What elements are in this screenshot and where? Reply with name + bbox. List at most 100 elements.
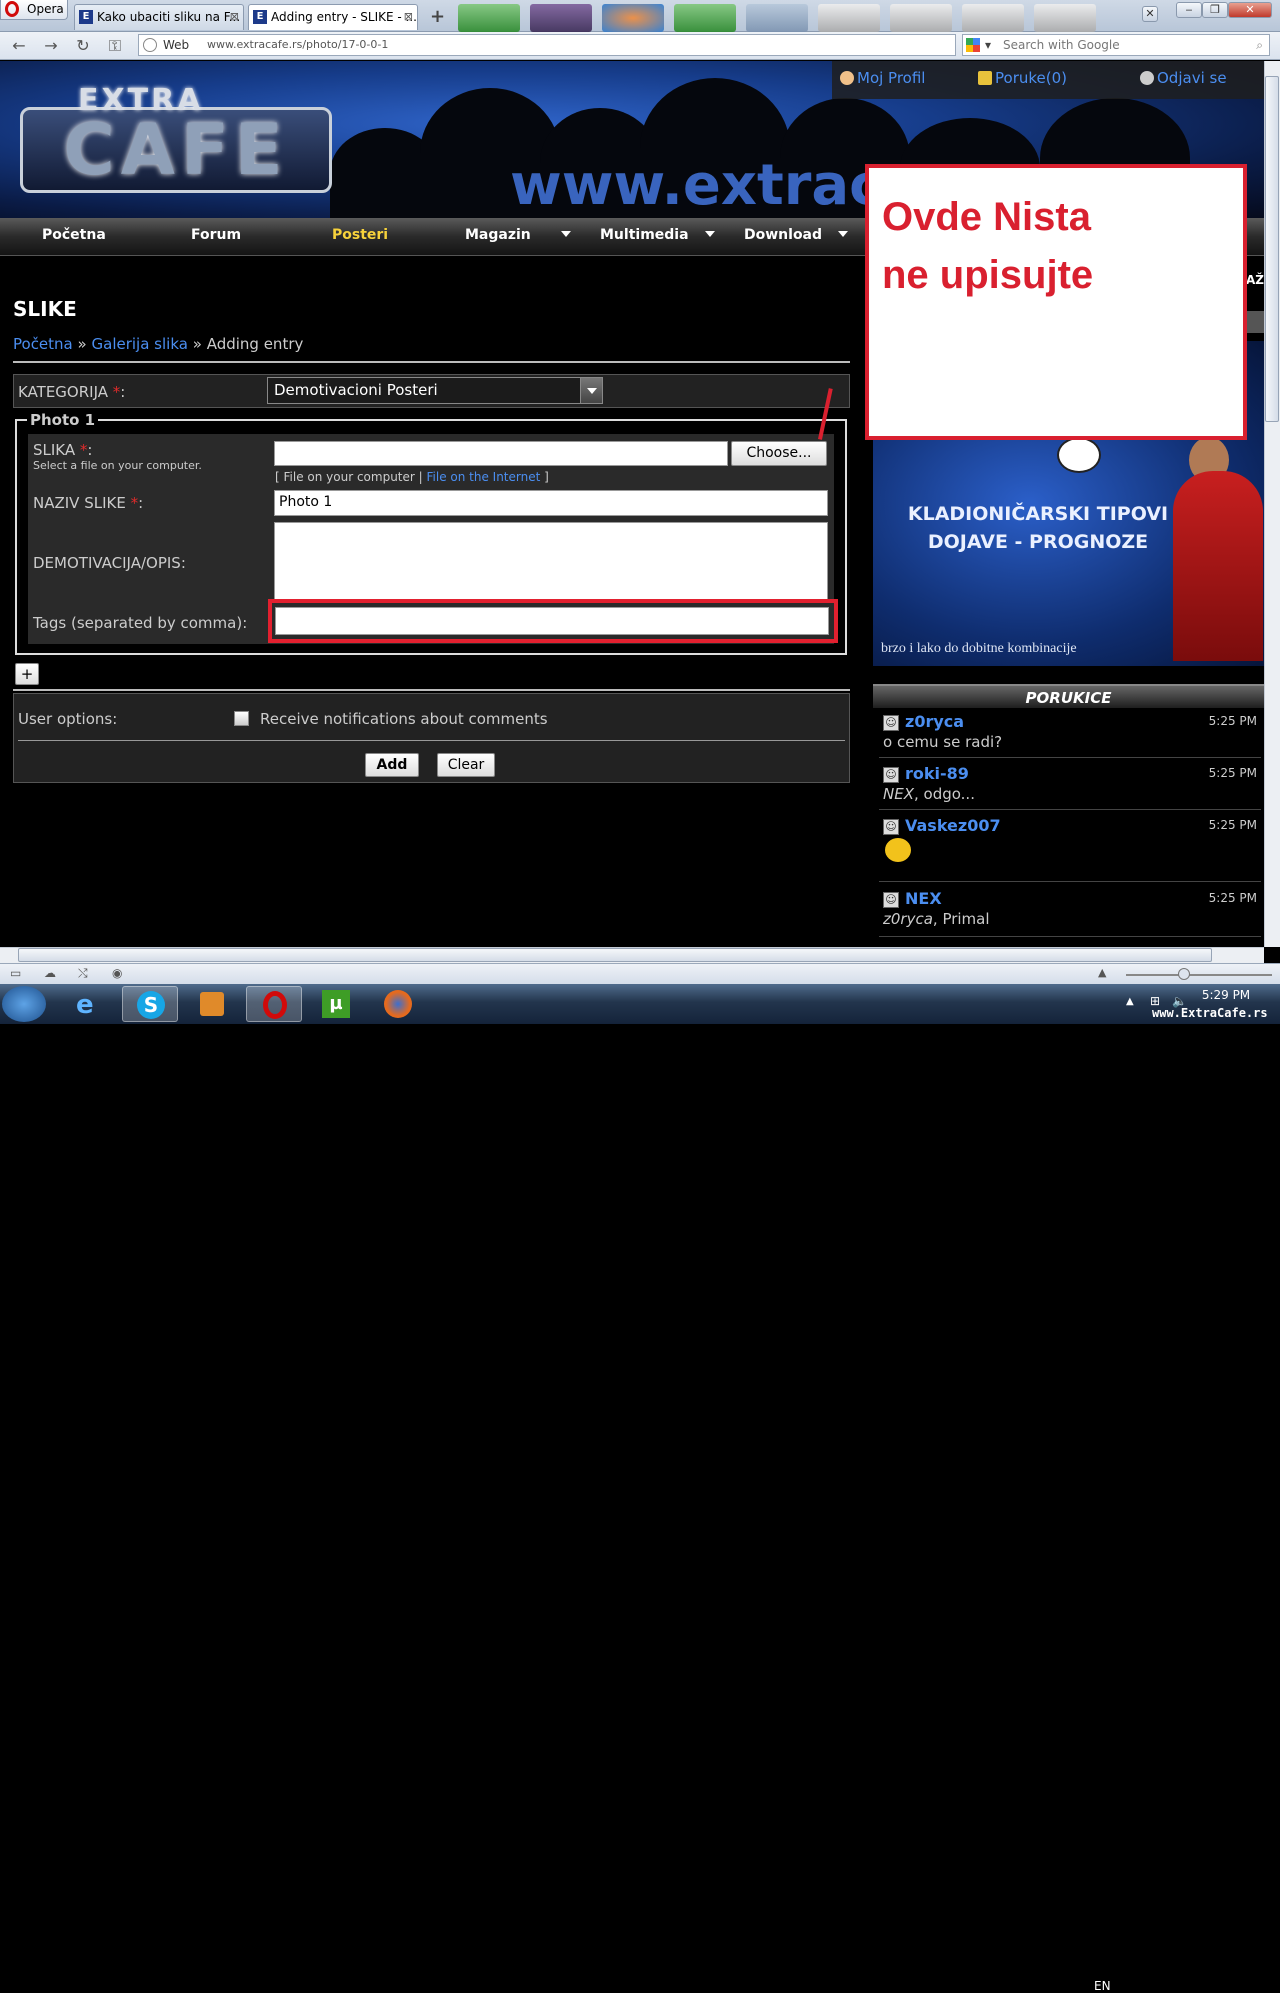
tab-adding-entry[interactable]: E Adding entry - SLIKE - ... ⊠ [248,4,418,30]
file-path-input[interactable] [274,441,728,466]
chat-username[interactable]: roki-89 [905,764,969,783]
close-tab-icon[interactable]: ⊠ [230,5,239,29]
nav-pocetna[interactable]: Početna [42,227,106,243]
tab-kako-ubaciti[interactable]: E Kako ubaciti sliku na F... ⊠ [74,4,244,30]
description-textarea[interactable] [274,522,828,602]
my-profile-link[interactable]: Moj Profil [840,69,925,87]
address-bar[interactable]: Web www.extracafe.rs/photo/17-0-0-1 [138,34,956,56]
language-indicator[interactable]: EN [1094,1979,1111,1993]
ad-line1: KLADIONIČARSKI TIPOVI [907,503,1169,525]
smiley-emoticon-icon [885,838,911,862]
horizontal-scroll-thumb[interactable] [18,948,1212,962]
chat-time: 5:25 PM [1208,818,1257,832]
logout-link[interactable]: Odjavi se [1140,69,1227,87]
category-select[interactable]: Demotivacioni Posteri [267,377,603,404]
vertical-scroll-thumb[interactable] [1265,76,1279,422]
opera-unite-icon[interactable]: ☁ [44,966,56,980]
messages-link[interactable]: Poruke(0) [978,69,1067,87]
close-window-button[interactable]: ✕ [1228,2,1272,18]
key-icon[interactable]: ⚿ [104,35,126,57]
logout-icon [1140,71,1154,85]
chat-message: ☺ roki-89 5:25 PM NEX, odgo... [879,764,1261,810]
notify-checkbox[interactable] [234,711,249,726]
speed-dial-thumbnail[interactable] [962,4,1024,32]
required-mark: * [130,494,139,512]
trash-icon[interactable]: ✕ [1142,6,1158,22]
chat-time: 5:25 PM [1208,891,1257,905]
file-source-options: [ File on your computer | File on the In… [275,470,549,484]
choose-file-button[interactable]: Choose... [731,441,827,466]
user-menu: Moj Profil Poruke(0) Odjavi se [832,61,1264,99]
opera-link-icon[interactable]: ⤭ [78,966,88,981]
show-hidden-icons-icon[interactable]: ▲ [1126,996,1134,1007]
speed-dial-thumbnail[interactable] [530,4,592,32]
chat-username[interactable]: z0ryca [905,712,964,731]
panel-toggle-icon[interactable]: ▭ [10,966,21,980]
reload-icon[interactable]: ↻ [72,35,94,57]
speed-dial-thumbnail[interactable] [818,4,880,32]
forward-icon[interactable]: → [40,35,62,57]
taskbar-internet-explorer[interactable]: e [62,986,118,1022]
chat-username[interactable]: NEX [905,889,942,908]
envelope-icon [978,71,992,85]
file-on-computer-option[interactable]: File on your computer [284,470,415,484]
nav-magazin[interactable]: Magazin [465,227,571,243]
chevron-down-icon[interactable] [580,378,602,403]
nav-download[interactable]: Download [744,227,849,243]
taskbar-clock[interactable]: 5:29 PM [1196,988,1256,1002]
file-on-internet-link[interactable]: File on the Internet [427,470,541,484]
zoom-icon[interactable]: ▲ [1098,966,1106,979]
clear-button[interactable]: Clear [437,753,495,777]
opera-icon [5,1,19,17]
chat-time: 5:25 PM [1208,766,1257,780]
breadcrumb-home[interactable]: Početna [13,335,73,353]
zoom-slider-handle[interactable] [1178,968,1190,980]
chat-message: ☺ NEX 5:25 PM z0ryca, Primal [879,889,1261,937]
zoom-slider[interactable] [1126,974,1272,976]
extracafe-logo[interactable]: CAFE EXTRA [20,81,332,199]
player-image [1173,471,1263,661]
search-engine-dropdown-icon[interactable]: ▾ [985,35,991,55]
nav-multimedia[interactable]: Multimedia [600,227,715,243]
football-icon [1057,437,1101,473]
speed-dial-thumbnail[interactable] [890,4,952,32]
nav-forum[interactable]: Forum [191,227,241,243]
address-url[interactable]: www.extracafe.rs/photo/17-0-0-1 [207,35,388,55]
speed-dial-thumbnail[interactable] [602,4,664,32]
photo-name-input[interactable]: Photo 1 [274,490,828,516]
new-tab-button[interactable]: + [430,6,445,27]
add-button[interactable]: Add [365,753,419,777]
ad-subtitle: brzo i lako do dobitne kombinacije [881,641,1077,656]
speed-dial-thumbnail[interactable] [1034,4,1096,32]
speed-dial-thumbnail[interactable] [458,4,520,32]
speed-dial-thumbnail[interactable] [674,4,736,32]
taskbar-skype[interactable]: S [122,986,178,1022]
extracafe-favicon-icon: E [79,10,93,24]
nav-posteri[interactable]: Posteri [332,227,388,243]
add-photo-button[interactable]: + [15,663,39,685]
address-scheme-label: Web [163,38,190,52]
taskbar-utorrent[interactable]: µ [308,986,364,1022]
turbo-icon[interactable]: ◉ [112,966,122,980]
user-icon: ☺ [883,767,899,783]
chat-username[interactable]: Vaskez007 [905,816,1001,835]
taskbar-firefox[interactable] [370,986,426,1022]
close-tab-icon[interactable]: ⊠ [404,5,413,29]
restore-button[interactable]: ❐ [1202,2,1228,18]
taskbar-opera[interactable] [246,986,302,1022]
ad-line2: DOJAVE - PROGNOZE [927,531,1149,553]
speed-dial-thumbnail[interactable] [746,4,808,32]
user-icon: ☺ [883,819,899,835]
start-button-icon[interactable] [2,986,46,1022]
notify-label[interactable]: Receive notifications about comments [260,710,548,728]
firefox-icon [384,990,412,1018]
back-icon[interactable]: ← [8,35,30,57]
minimize-button[interactable]: ‒ [1176,2,1202,18]
search-input[interactable]: ▾ Search with Google ⌕ [962,34,1270,56]
page-title: SLIKE [13,297,77,321]
opera-menu-button[interactable]: Opera [0,0,68,20]
taskbar-media-player[interactable] [184,986,240,1022]
naziv-label: NAZIV SLIKE *: [33,494,144,512]
search-icon[interactable]: ⌕ [1256,35,1263,55]
breadcrumb-gallery[interactable]: Galerija slika [92,335,188,353]
